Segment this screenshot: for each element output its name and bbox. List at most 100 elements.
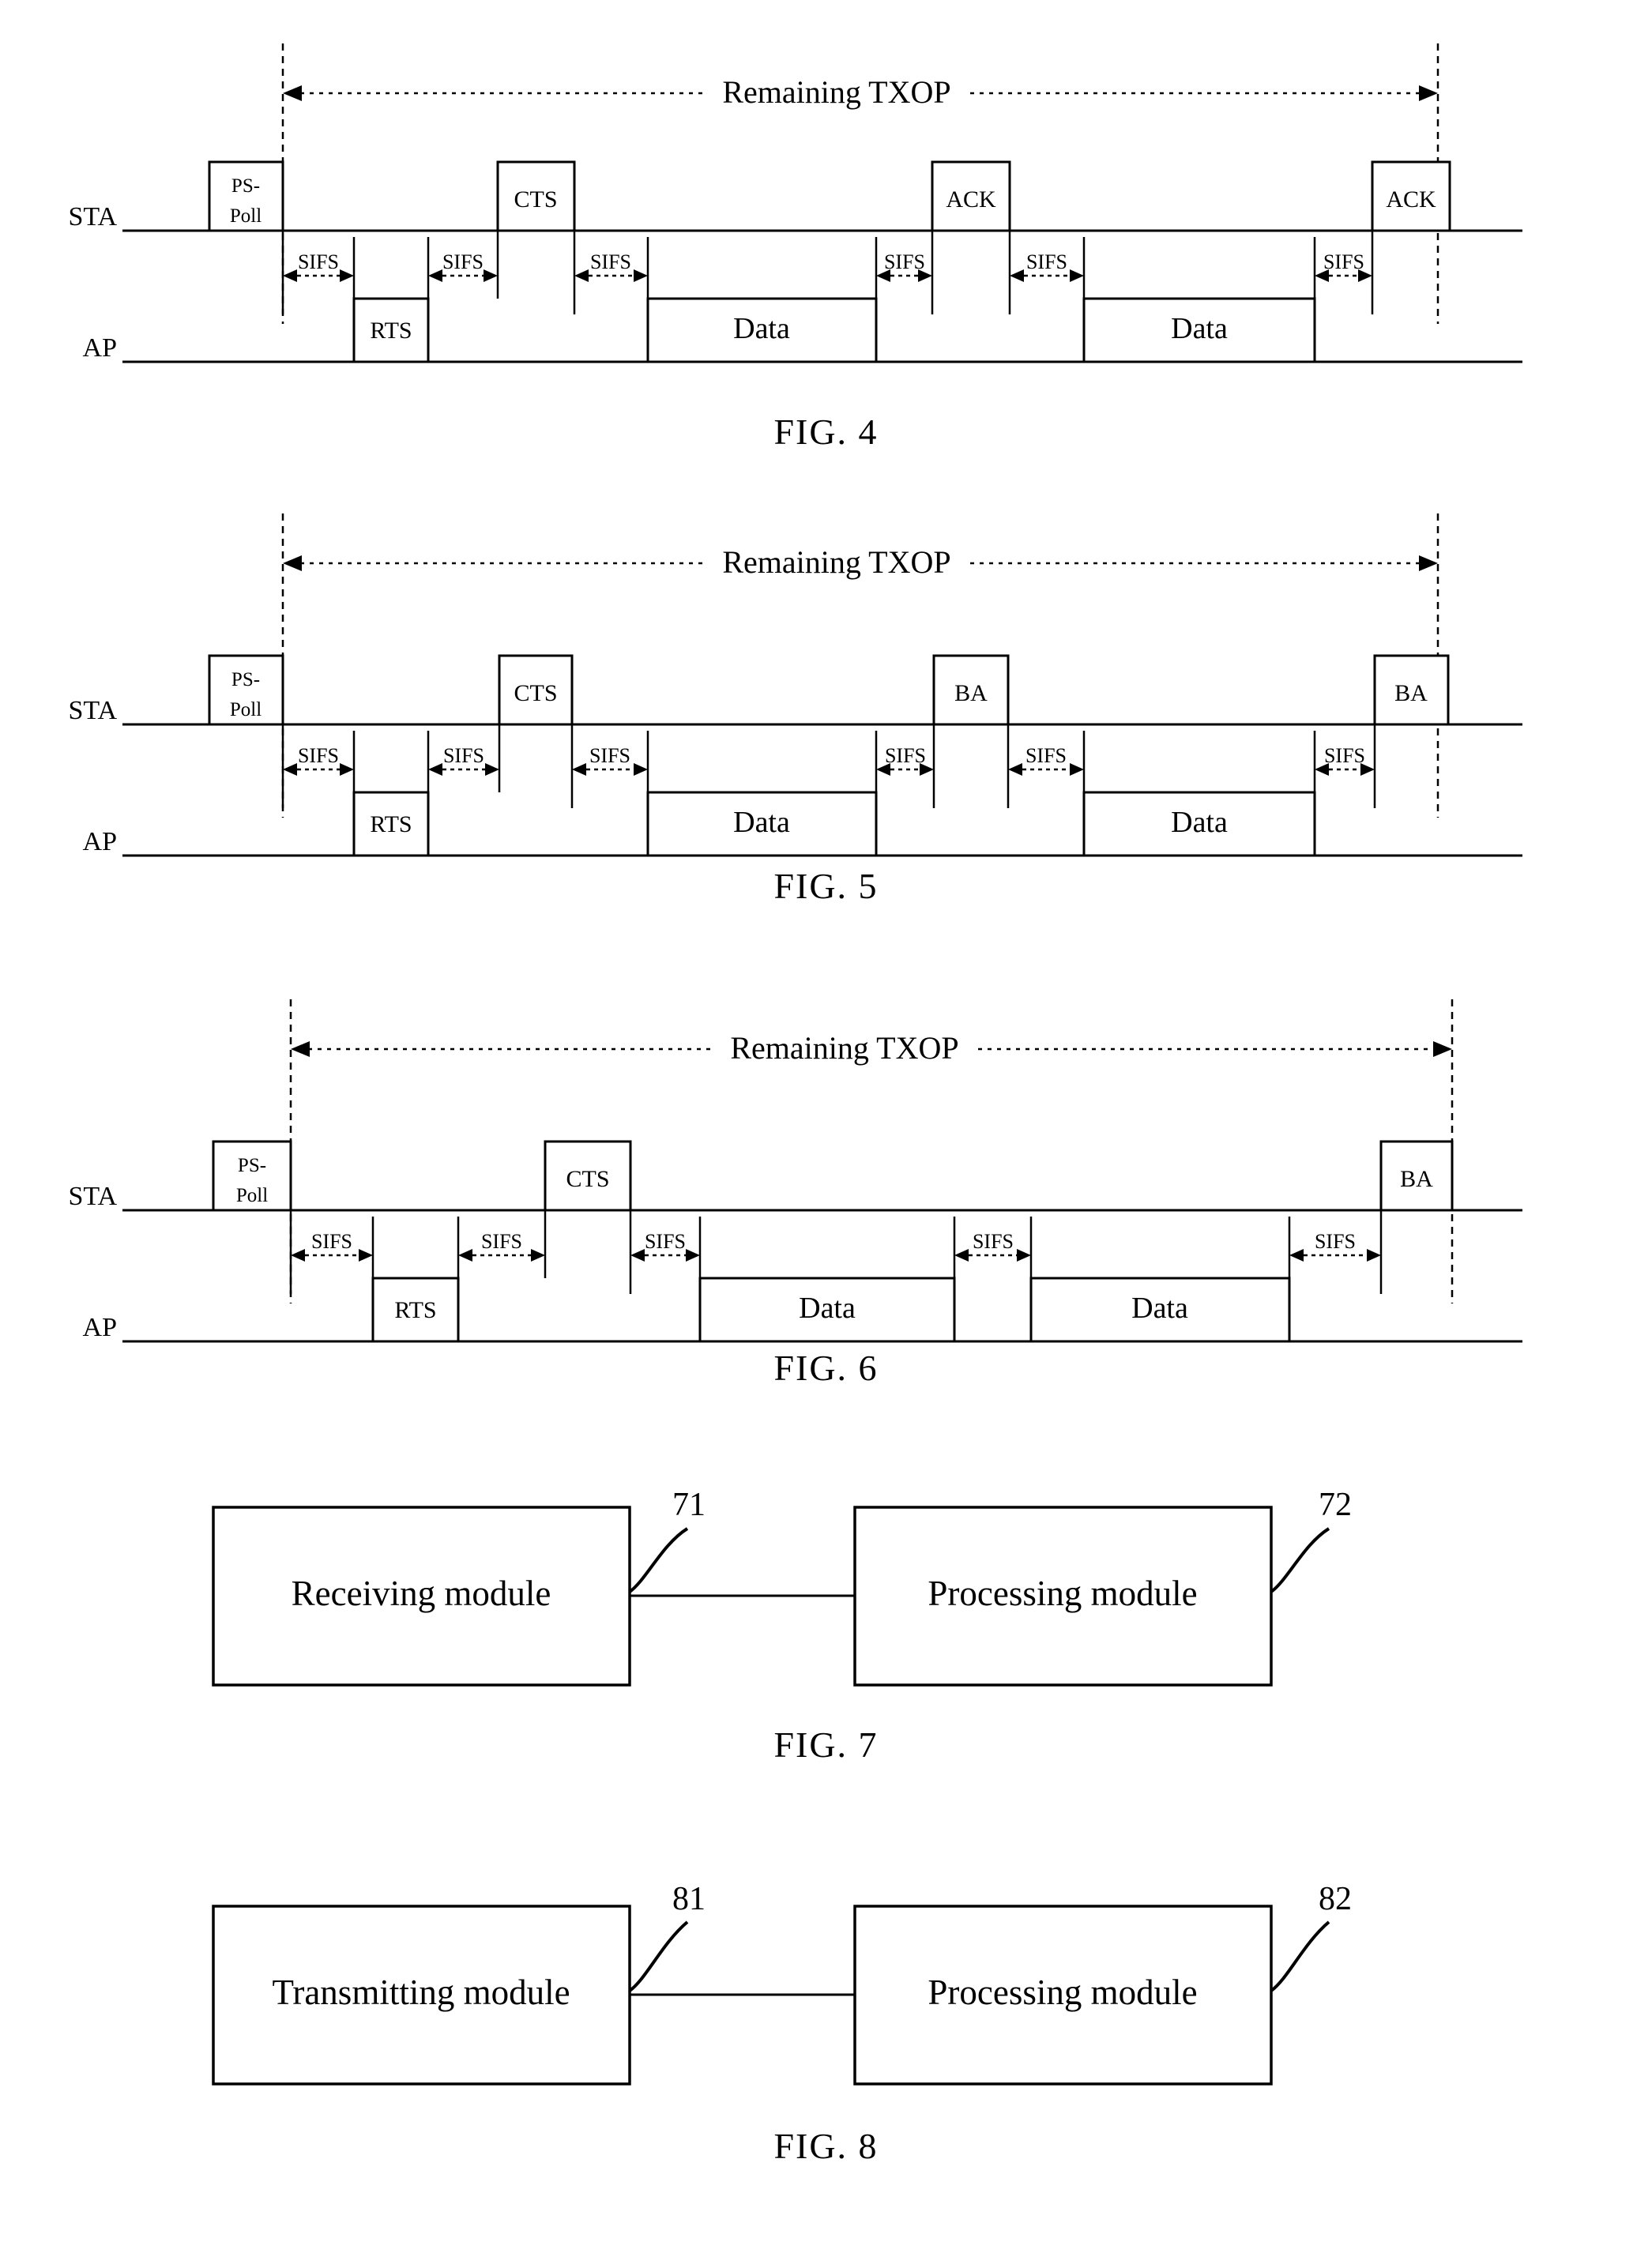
txop-span-label: Remaining TXOP (730, 1030, 958, 1066)
sifs-arrowhead-1-right (340, 763, 354, 776)
row-label-sta: STA (68, 696, 117, 725)
ap-frame-rts-label: RTS (370, 811, 412, 837)
figure-4-canvas: STA AP Remaining TXOP PS- Poll CTS ACK A… (68, 43, 1522, 363)
ref-label-82: 82 (1319, 1884, 1352, 1917)
sifs-arrowhead-1-left (283, 763, 297, 776)
figure-4: STA AP Remaining TXOP PS- Poll CTS ACK A… (0, 0, 1652, 411)
sifs-arrowhead-5-right (1070, 269, 1084, 282)
sifs-arrowhead-5-right (1070, 763, 1084, 776)
ap-frame-rts-label: RTS (370, 318, 412, 344)
ap-frame-data-1-label: Data (733, 806, 790, 839)
sifs-label-1: SIFS (298, 744, 339, 767)
sifs-arrowhead-2-right (484, 269, 498, 282)
figure-8: Transmitting module Processing module 81… (0, 1884, 1652, 2137)
figure-5-caption: FIG. 5 (773, 866, 879, 906)
sta-frame-ps-poll-line1: PS- (231, 669, 260, 690)
row-label-ap: AP (83, 1313, 117, 1342)
sifs-label-6: SIFS (1323, 250, 1364, 273)
figure-8-canvas: Transmitting module Processing module 81… (212, 1884, 1352, 2086)
sta-frame-cts-label: CTS (514, 186, 557, 213)
sifs-arrowhead-3-right (634, 763, 648, 776)
sifs-arrowhead-3-left (630, 1249, 645, 1262)
sifs-label-6: SIFS (1324, 744, 1365, 767)
ref-label-72: 72 (1319, 1487, 1352, 1523)
block-processing-module-label: Processing module (928, 1973, 1197, 2012)
sta-frame-ps-poll-line2: Poll (230, 699, 262, 720)
figure-5-canvas: STA AP Remaining TXOP PS- Poll CTS BA BA… (68, 513, 1522, 857)
sifs-label-5: SIFS (1025, 744, 1067, 767)
sifs-label-2: SIFS (442, 250, 484, 273)
ref-leader-71 (628, 1527, 689, 1593)
sifs-arrowhead-2-left (458, 1249, 472, 1262)
sifs-arrowhead-5-left (1010, 269, 1024, 282)
sta-frame-ack-2-label: ACK (1386, 186, 1436, 213)
sta-frame-ba-label: BA (1400, 1166, 1433, 1192)
sifs-arrowhead-5-left (1008, 763, 1022, 776)
sta-frame-cts-label: CTS (566, 1166, 609, 1192)
sifs-label-1: SIFS (298, 250, 339, 273)
sta-frame-ba-1-label: BA (954, 680, 988, 706)
figure-4-caption: FIG. 4 (773, 412, 879, 452)
block-receiving-module-label: Receiving module (292, 1574, 551, 1613)
row-label-sta: STA (68, 202, 117, 231)
sta-frame-ps-poll-line2: Poll (236, 1185, 268, 1206)
sifs-label-2: SIFS (481, 1230, 522, 1253)
ref-label-81: 81 (672, 1884, 706, 1917)
figure-7-caption: FIG. 7 (773, 1725, 879, 1765)
txop-arrowhead-left (291, 1041, 310, 1057)
sifs-arrowhead-5-right (1367, 1249, 1381, 1262)
sifs-arrowhead-1-right (359, 1249, 373, 1262)
figure-8-caption: FIG. 8 (773, 2126, 879, 2166)
sifs-arrowhead-1-right (340, 269, 354, 282)
row-label-ap: AP (83, 827, 117, 856)
sta-frame-ps-poll-line1: PS- (231, 175, 260, 197)
block-transmitting-module-label: Transmitting module (272, 1973, 570, 2012)
block-processing-module-label: Processing module (928, 1574, 1197, 1613)
txop-arrowhead-left (283, 555, 302, 571)
ap-frame-data-2-label: Data (1131, 1292, 1188, 1325)
txop-arrowhead-right (1433, 1041, 1452, 1057)
ref-leader-72 (1270, 1527, 1330, 1593)
txop-span-label: Remaining TXOP (722, 74, 950, 110)
sifs-label-4: SIFS (885, 744, 926, 767)
figure-6-canvas: STA AP Remaining TXOP PS- Poll CTS BA RT… (68, 999, 1522, 1343)
txop-arrowhead-left (283, 85, 302, 101)
sifs-arrowhead-5-left (1289, 1249, 1304, 1262)
txop-span-label: Remaining TXOP (722, 544, 950, 580)
figure-6-caption: FIG. 6 (773, 1348, 879, 1388)
sifs-arrowhead-3-right (634, 269, 648, 282)
sifs-arrowhead-1-left (283, 269, 297, 282)
sifs-arrowhead-2-right (531, 1249, 545, 1262)
sta-frame-ps-poll-line1: PS- (238, 1155, 266, 1176)
figure-7: Receiving module Processing module 71 72 (0, 1485, 1652, 1738)
sifs-label-4: SIFS (973, 1230, 1014, 1253)
ap-frame-data-2-label: Data (1171, 312, 1228, 345)
sta-frame-ps-poll-line2: Poll (230, 205, 262, 227)
figure-7-canvas: Receiving module Processing module 71 72 (212, 1487, 1352, 1687)
sifs-arrowhead-3-left (572, 763, 586, 776)
sifs-label-3: SIFS (645, 1230, 686, 1253)
sifs-arrowhead-2-left (428, 269, 442, 282)
ap-frame-data-1-label: Data (733, 312, 790, 345)
txop-arrowhead-right (1419, 85, 1438, 101)
ap-frame-rts-label: RTS (394, 1297, 436, 1323)
ref-leader-82 (1270, 1920, 1330, 1992)
ref-leader-81 (628, 1920, 689, 1992)
ap-frame-data-2-label: Data (1171, 806, 1228, 839)
sifs-arrowhead-4-right (1017, 1249, 1031, 1262)
sifs-label-5: SIFS (1026, 250, 1067, 273)
sifs-arrowhead-4-left (954, 1249, 969, 1262)
sifs-arrowhead-1-left (291, 1249, 305, 1262)
sta-frame-ack-1-label: ACK (946, 186, 996, 213)
ap-frame-data-1-label: Data (799, 1292, 856, 1325)
sta-frame-ba-2-label: BA (1394, 680, 1428, 706)
sta-frame-cts-label: CTS (514, 680, 557, 706)
txop-arrowhead-right (1419, 555, 1438, 571)
figure-6: STA AP Remaining TXOP PS- Poll CTS BA RT… (0, 980, 1652, 1375)
row-label-sta: STA (68, 1182, 117, 1211)
row-label-ap: AP (83, 333, 117, 363)
sifs-arrowhead-2-left (428, 763, 442, 776)
sifs-label-5: SIFS (1315, 1230, 1356, 1253)
sifs-arrowhead-3-right (686, 1249, 700, 1262)
ref-label-71: 71 (672, 1487, 706, 1523)
